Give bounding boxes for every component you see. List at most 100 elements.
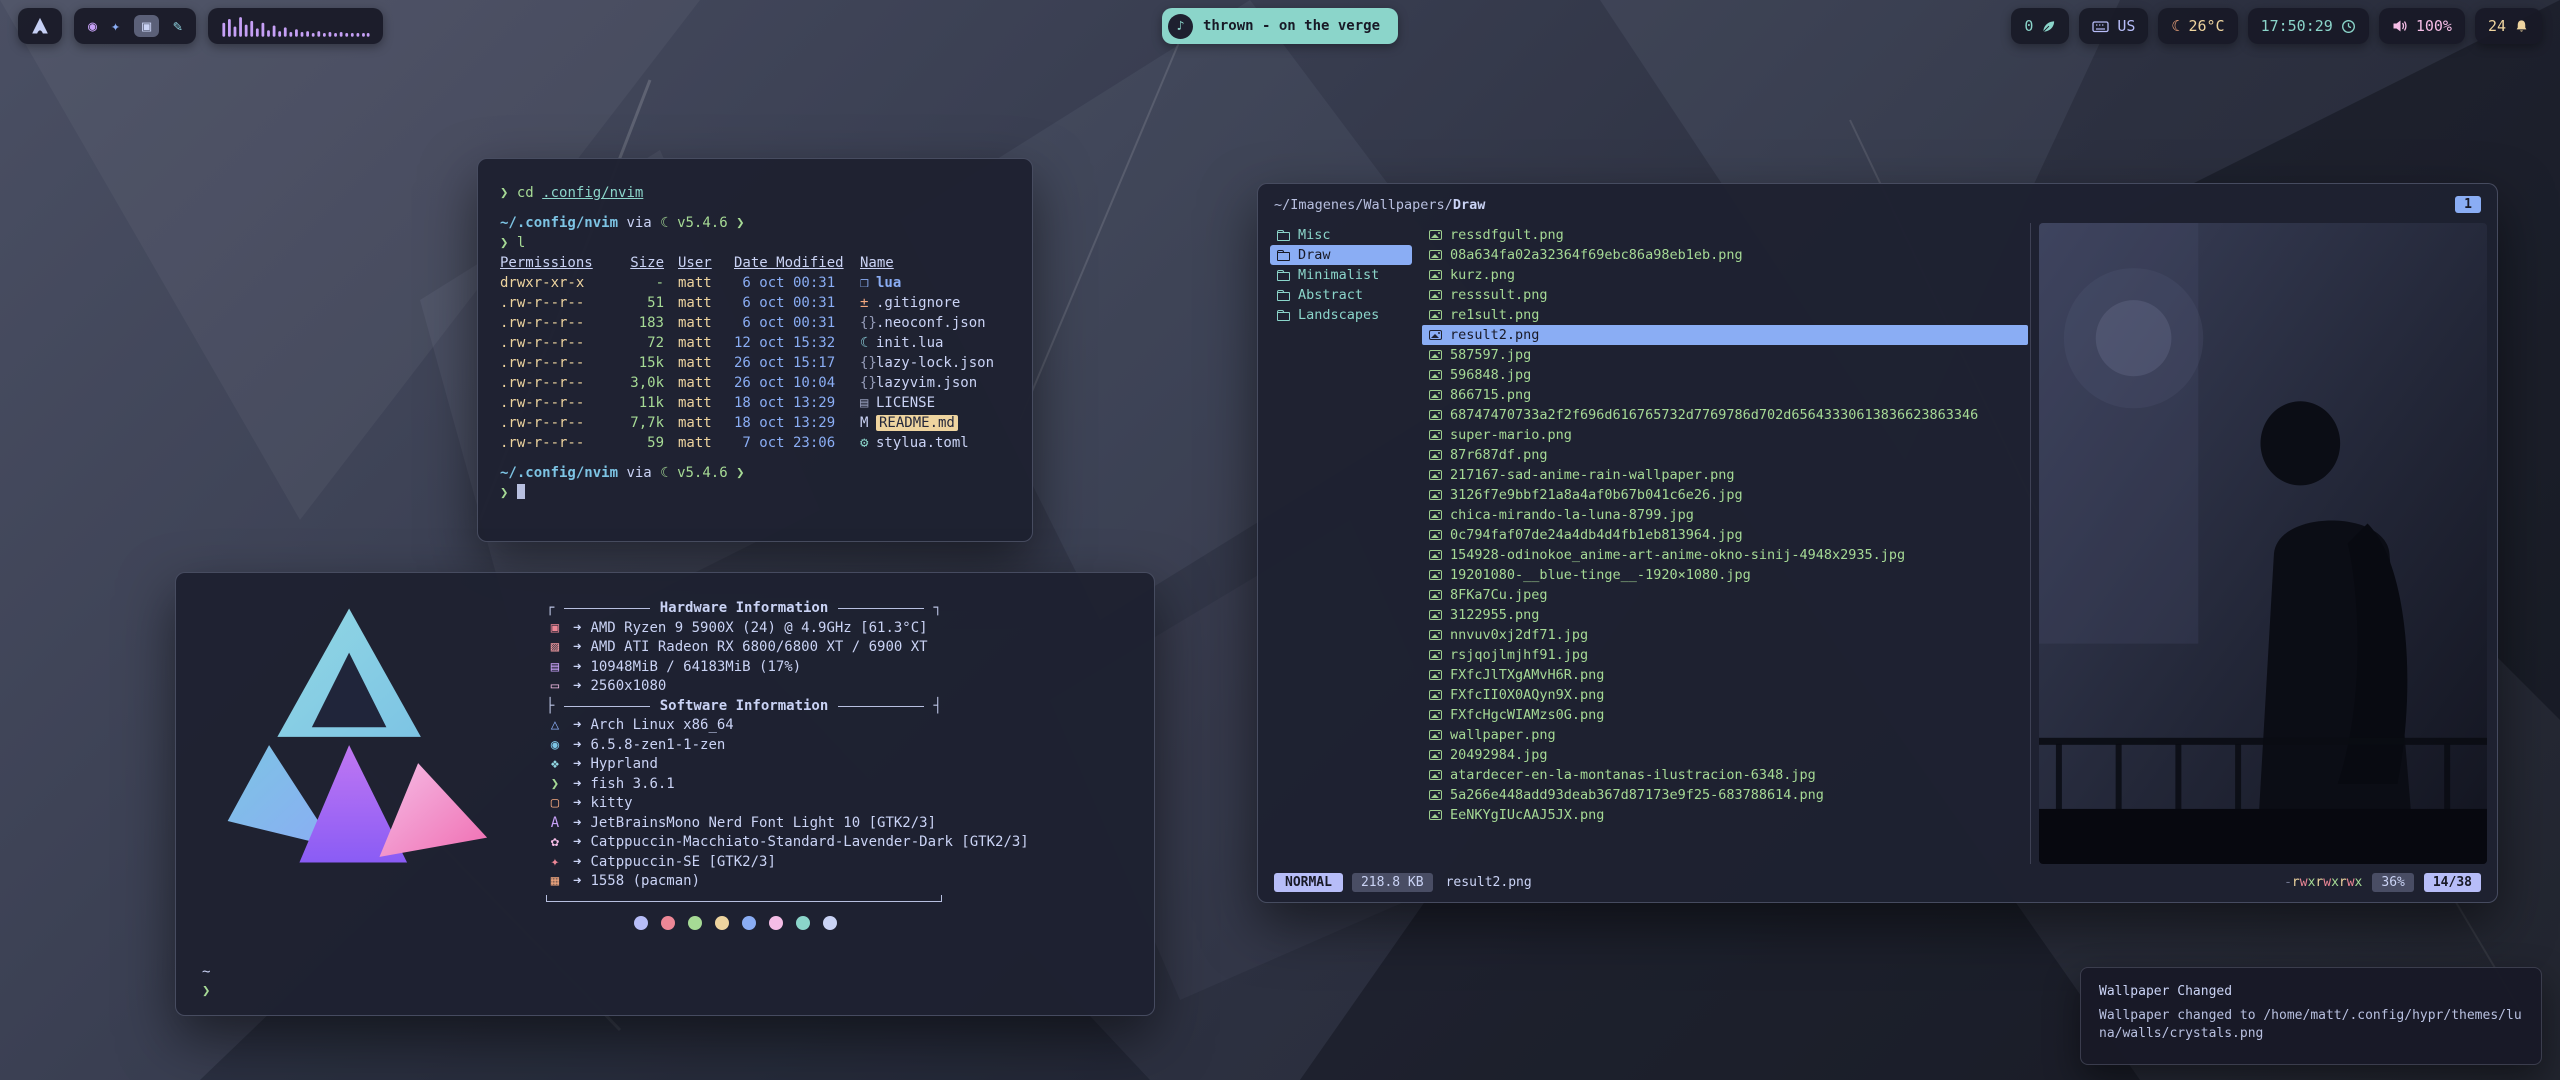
file-item[interactable]: 5a266e448add93deab367d87173e9f25-6837886… — [1422, 785, 2028, 805]
file-item[interactable]: rsjqojlmjhf91.jpg — [1422, 645, 2028, 665]
file-item[interactable]: 596848.jpg — [1422, 365, 2028, 385]
permissions-cell: .rw-r--r-- — [500, 413, 616, 433]
date-cell: 26 oct 10:04 — [720, 373, 846, 393]
file-item[interactable]: 68747470733a2f2f696d616765732d7769786d70… — [1422, 405, 2028, 425]
media-player-module[interactable]: ♪ thrown - on the verge — [1162, 8, 1398, 44]
file-item[interactable]: atardecer-en-la-montanas-ilustracion-634… — [1422, 765, 2028, 785]
shell-command-line: ❯ cd .config/nvim — [500, 183, 1010, 203]
file-item[interactable]: 19201080-__blue-tinge__-1920×1080.jpg — [1422, 565, 2028, 585]
file-item[interactable]: 587597.jpg — [1422, 345, 2028, 365]
file-item[interactable]: 0c794faf07de24a4db4d4fb1eb813964.jpg — [1422, 525, 2028, 545]
file-item[interactable]: nnvuv0xj2df71.jpg — [1422, 625, 2028, 645]
prompt-context-line: ~/.config/nvim via ☾ v5.4.6 ❯ — [500, 213, 1010, 233]
file-item[interactable]: 154928-odinokoe_anime-art-anime-okno-sin… — [1422, 545, 2028, 565]
notifications-module[interactable]: 24 — [2475, 8, 2542, 44]
lua-icon: ☾ — [660, 215, 668, 231]
notification-popup[interactable]: Wallpaper Changed Wallpaper changed to /… — [2080, 967, 2542, 1065]
notification-body: Wallpaper changed to /home/matt/.config/… — [2099, 1007, 2523, 1043]
size-cell: 183 — [616, 313, 664, 333]
fetch-line: △➜Arch Linux x86_64 — [546, 716, 1124, 736]
quicklaunch-icon[interactable]: ◉ — [88, 17, 97, 35]
prompt-symbol: ❯ — [500, 185, 508, 201]
listing-row: .rw-r--r--51matt 6 oct 00:31±.gitignore — [500, 293, 1010, 313]
image-file-icon — [1429, 430, 1442, 440]
file-item[interactable]: 8FKa7Cu.jpeg — [1422, 585, 2028, 605]
image-file-icon — [1429, 510, 1442, 520]
file-item[interactable]: chica-mirando-la-luna-8799.jpg — [1422, 505, 2028, 525]
file-item[interactable]: wallpaper.png — [1422, 725, 2028, 745]
audio-visualizer-module[interactable] — [208, 8, 383, 44]
file-item[interactable]: result2.png — [1422, 325, 2028, 345]
file-item[interactable]: ressdfgult.png — [1422, 225, 2028, 245]
file-item[interactable]: 217167-sad-anime-rain-wallpaper.png — [1422, 465, 2028, 485]
filename-cell: README.md — [876, 413, 1010, 433]
file-name: 587597.jpg — [1450, 347, 1531, 363]
selected-file-name: result2.png — [1446, 875, 1532, 890]
statusbar-right-modules: 0 US ☾ 26°C 17:50:29 — [2011, 8, 2542, 44]
directory-item[interactable]: Misc — [1270, 225, 1412, 245]
directory-item[interactable]: Abstract — [1270, 285, 1412, 305]
palette-dot — [823, 916, 837, 930]
file-item[interactable]: 08a634fa02a32364f69ebc86a98eb1eb.png — [1422, 245, 2028, 265]
file-item[interactable]: kurz.png — [1422, 265, 2028, 285]
file-item[interactable]: FXfcJlTXgAMvH6R.png — [1422, 665, 2028, 685]
listing-row: .rw-r--r--11kmatt18 oct 13:29▤LICENSE — [500, 393, 1010, 413]
file-item[interactable]: 3126f7e9bbf21a8a4af0b67b041c6e26.jpg — [1422, 485, 2028, 505]
palette-dot — [796, 916, 810, 930]
quicklaunch-icon[interactable]: ✎ — [173, 17, 182, 35]
file-item[interactable]: FXfcHgcWIAMzs0G.png — [1422, 705, 2028, 725]
size-cell: 72 — [616, 333, 664, 353]
fetch-line: ▨➜AMD ATI Radeon RX 6800/6800 XT / 6900 … — [546, 638, 1124, 658]
permissions-cell: drwxr-xr-x — [500, 273, 616, 293]
file-item[interactable]: super-mario.png — [1422, 425, 2028, 445]
statusbar-right: -rwxrwxrwx 36% 14/38 — [2284, 873, 2481, 892]
updates-module[interactable]: 0 — [2011, 8, 2069, 44]
fetch-line: ✦➜Catppuccin-SE [GTK2/3] — [546, 853, 1124, 873]
file-item[interactable]: FXfcII0X0AQyn9X.png — [1422, 685, 2028, 705]
tab-badge[interactable]: 1 — [2455, 196, 2481, 213]
directory-item[interactable]: Minimalist — [1270, 265, 1412, 285]
date-cell: 18 oct 13:29 — [720, 393, 846, 413]
shell-command-line: ❯ l — [500, 233, 1010, 253]
software-item-icon: A — [546, 814, 564, 834]
prompt-context-line: ~/.config/nvim via ☾ v5.4.6 ❯ — [500, 463, 1010, 483]
volume-module[interactable]: 100% — [2379, 8, 2465, 44]
fetch-logo — [206, 599, 506, 989]
clock-time: 17:50:29 — [2261, 17, 2333, 35]
file-item[interactable]: re1sult.png — [1422, 305, 2028, 325]
fetch-terminal-window[interactable]: ┌Hardware Information┐ ▣➜AMD Ryzen 9 590… — [175, 572, 1155, 1016]
keyboard-layout-module[interactable]: US — [2079, 8, 2148, 44]
file-name: 0c794faf07de24a4db4d4fb1eb813964.jpg — [1450, 527, 1743, 543]
file-item[interactable]: 87r687df.png — [1422, 445, 2028, 465]
size-cell: - — [616, 273, 664, 293]
quicklaunch-icon[interactable]: ✦ — [111, 17, 120, 35]
file-manager-window[interactable]: ~/Imagenes/Wallpapers/Draw 1 Misc Draw M… — [1257, 183, 2498, 903]
fetch-line: ❯➜fish 3.6.1 — [546, 775, 1124, 795]
directory-name: Misc — [1298, 227, 1331, 243]
speaker-icon — [2392, 18, 2408, 34]
keyboard-layout-label: US — [2117, 17, 2135, 35]
image-file-icon — [1429, 750, 1442, 760]
weather-module[interactable]: ☾ 26°C — [2158, 8, 2237, 44]
file-item[interactable]: 3122955.png — [1422, 605, 2028, 625]
file-item[interactable]: 866715.png — [1422, 385, 2028, 405]
file-name: FXfcJlTXgAMvH6R.png — [1450, 667, 1604, 683]
file-item[interactable]: 20492984.jpg — [1422, 745, 2028, 765]
visualizer-bars-icon — [221, 14, 370, 38]
statusbar-center: ♪ thrown - on the verge — [1162, 8, 1398, 44]
filetype-icon: ⚙ — [846, 433, 876, 453]
terminal-window[interactable]: ❯ cd .config/nvim ~/.config/nvim via ☾ v… — [477, 158, 1033, 542]
folder-icon — [1277, 272, 1290, 281]
fetch-line: ❖➜Hyprland — [546, 755, 1124, 775]
image-file-icon — [1429, 810, 1442, 820]
app-launcher-button[interactable] — [18, 8, 62, 44]
directory-item[interactable]: Landscapes — [1270, 305, 1412, 325]
quicklaunch-icon[interactable]: ▣ — [134, 15, 159, 37]
clock-module[interactable]: 17:50:29 — [2248, 8, 2369, 44]
file-name: 8FKa7Cu.jpeg — [1450, 587, 1548, 603]
directory-item[interactable]: Draw — [1270, 245, 1412, 265]
file-name: 20492984.jpg — [1450, 747, 1548, 763]
file-item[interactable]: EeNKYgIUcAAJ5JX.png — [1422, 805, 2028, 825]
file-item[interactable]: resssult.png — [1422, 285, 2028, 305]
software-section-header: ├Software Information┤ — [546, 697, 942, 717]
